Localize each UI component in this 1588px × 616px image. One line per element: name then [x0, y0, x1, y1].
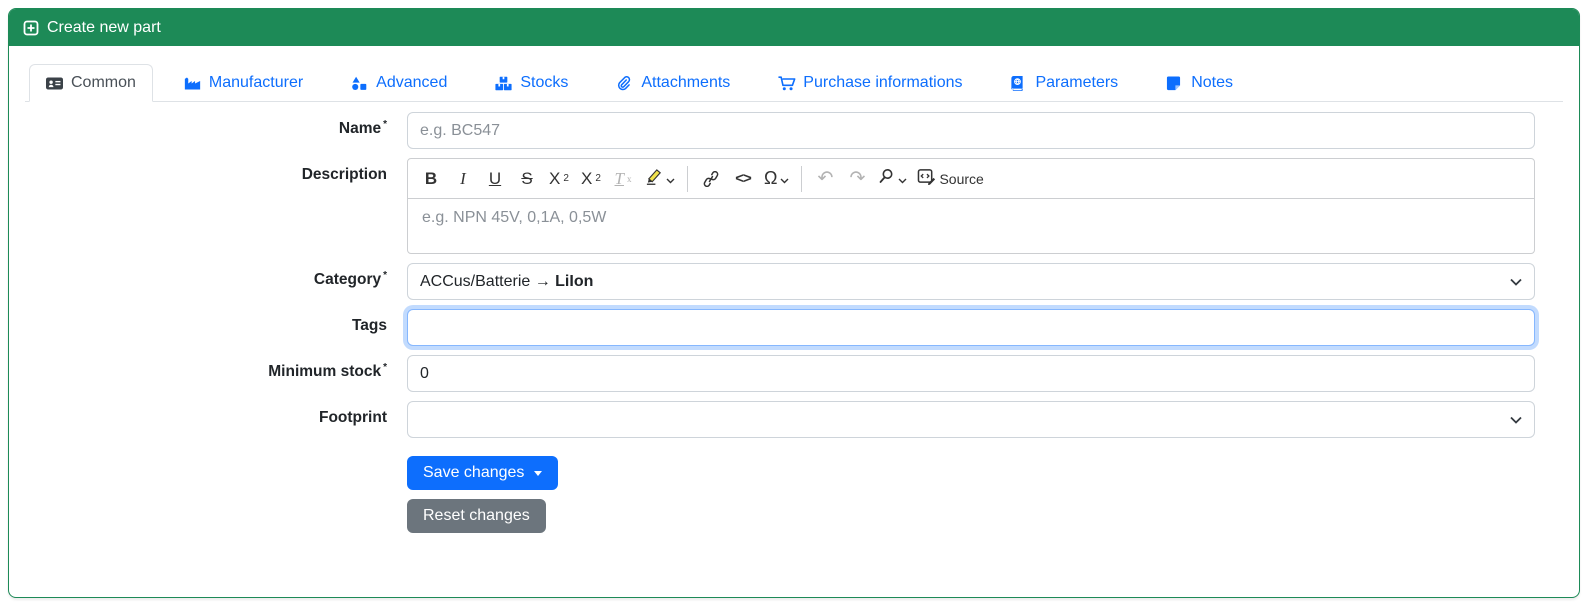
tab-purchase-informations[interactable]: Purchase informations [761, 64, 979, 102]
bold-button[interactable]: B [416, 164, 446, 194]
chevron-down-icon [780, 169, 789, 189]
remove-format-button[interactable]: Tx [608, 164, 638, 194]
rich-text-editor: B I U S X2 X2 Tx <> Ω ↶ ↷ Source e.g. NP… [407, 158, 1535, 254]
name-row: Name * [25, 112, 1563, 149]
toolbar-separator [687, 165, 688, 192]
required-marker: * [383, 119, 387, 130]
required-marker: * [383, 362, 387, 373]
undo-button[interactable]: ↶ [810, 164, 840, 194]
tags-row: Tags [25, 309, 1563, 346]
redo-button[interactable]: ↷ [842, 164, 872, 194]
tab-label: Common [71, 74, 136, 91]
page: Create new part Common Manufacturer Adva… [0, 0, 1588, 616]
save-changes-button[interactable]: Save changes [407, 456, 559, 490]
tags-input[interactable] [407, 309, 1535, 346]
tab-stocks[interactable]: Stocks [478, 64, 585, 102]
category-select[interactable]: ACCus/Batterie → LiIon [407, 263, 1535, 300]
tab-notes[interactable]: Notes [1149, 64, 1250, 102]
footprint-label: Footprint [318, 409, 387, 426]
cart-icon [778, 75, 796, 91]
footprint-select[interactable] [407, 401, 1535, 438]
tab-manufacturer[interactable]: Manufacturer [167, 64, 320, 102]
description-row: Description B I U S X2 X2 Tx <> Ω ↶ ↷ So… [25, 158, 1563, 254]
chevron-down-icon [1510, 411, 1522, 429]
shapes-icon [351, 76, 368, 91]
special-characters-button[interactable]: Ω [760, 164, 793, 194]
minimum-stock-row: Minimum stock * [25, 355, 1563, 392]
highlighter-icon [644, 168, 663, 190]
footprint-row: Footprint [25, 401, 1563, 438]
factory-icon [184, 76, 201, 91]
strikethrough-button[interactable]: S [512, 164, 542, 194]
tab-label: Parameters [1035, 74, 1119, 91]
tab-label: Notes [1191, 74, 1233, 91]
minimum-stock-input[interactable] [407, 355, 1535, 392]
paperclip-icon [616, 75, 633, 91]
category-value-prefix: ACCus/Batterie → [420, 272, 556, 290]
book-atlas-icon [1010, 75, 1027, 91]
category-row: Category * ACCus/Batterie → LiIon [25, 263, 1563, 300]
category-value-leaf: LiIon [555, 272, 594, 290]
reset-button-row: Reset changes [25, 499, 1563, 533]
code-button[interactable]: <> [728, 164, 758, 194]
tab-parameters[interactable]: Parameters [993, 64, 1135, 102]
superscript-button[interactable]: X2 [576, 164, 606, 194]
sticky-note-icon [1166, 75, 1183, 91]
italic-button[interactable]: I [448, 164, 478, 194]
caret-down-icon [534, 470, 543, 476]
link-button[interactable] [696, 164, 726, 194]
minimum-stock-label: Minimum stock * [268, 362, 387, 380]
boxes-icon [495, 76, 512, 91]
tab-label: Manufacturer [208, 74, 304, 91]
name-input[interactable] [407, 112, 1535, 149]
toolbar-separator [801, 165, 803, 192]
source-icon [917, 168, 936, 190]
description-editor-content[interactable]: e.g. NPN 45V, 0,1A, 0,5W [408, 199, 1534, 253]
source-button-label: Source [939, 170, 984, 187]
save-button-row: Save changes [25, 456, 1563, 490]
subscript-button[interactable]: X2 [544, 164, 574, 194]
magnifier-icon [878, 168, 895, 189]
chevron-down-icon [666, 169, 675, 189]
card-header: Create new part [9, 9, 1579, 46]
chevron-down-icon [898, 169, 907, 189]
tab-bar: Common Manufacturer Advanced Stocks Atta… [25, 64, 1563, 102]
name-label: Name * [338, 119, 387, 137]
page-title: Create new part [47, 18, 161, 36]
tab-label: Advanced [376, 74, 448, 91]
tab-label: Attachments [641, 74, 731, 91]
square-plus-icon [23, 20, 39, 36]
tab-attachments[interactable]: Attachments [599, 64, 747, 102]
find-replace-button[interactable] [874, 164, 911, 194]
tab-common[interactable]: Common [29, 64, 153, 102]
editor-toolbar: B I U S X2 X2 Tx <> Ω ↶ ↷ Source [408, 159, 1534, 199]
tab-label: Stocks [520, 74, 569, 91]
create-part-card: Create new part Common Manufacturer Adva… [8, 8, 1580, 598]
address-card-icon [46, 76, 63, 91]
underline-button[interactable]: U [480, 164, 510, 194]
common-tab-panel: Name* Description B I U [25, 102, 1563, 533]
description-placeholder: e.g. NPN 45V, 0,1A, 0,5W [422, 209, 607, 226]
required-marker: * [383, 270, 387, 281]
category-label: Category * [313, 270, 387, 288]
description-label: Description [301, 166, 387, 183]
chevron-down-icon [1510, 273, 1522, 291]
reset-changes-button[interactable]: Reset changes [407, 499, 546, 533]
tab-label: Purchase informations [803, 74, 963, 91]
tags-label: Tags [351, 317, 387, 334]
highlight-button[interactable] [640, 164, 679, 194]
source-button[interactable]: Source [913, 164, 987, 194]
tab-advanced[interactable]: Advanced [334, 64, 464, 102]
